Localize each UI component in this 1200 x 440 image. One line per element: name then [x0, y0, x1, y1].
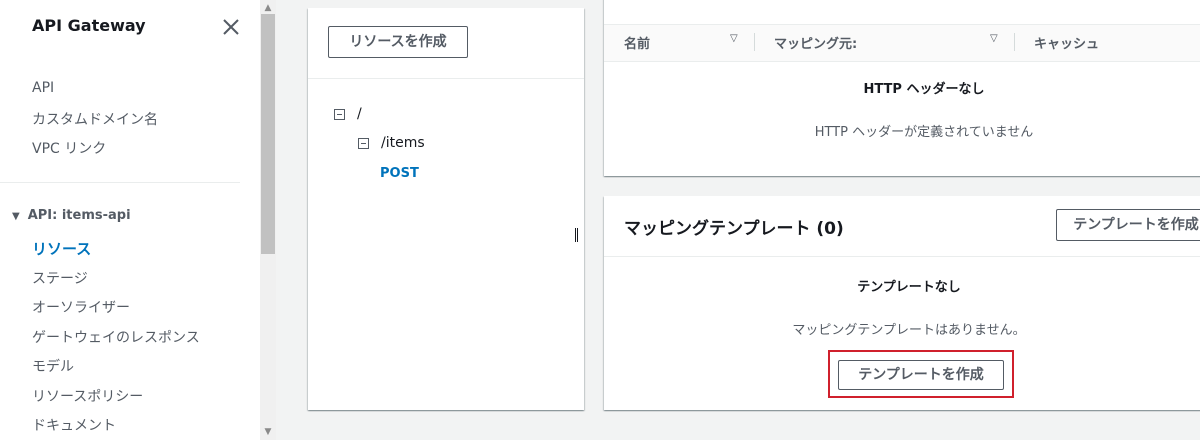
highlight-box	[828, 350, 1014, 398]
sidebar-item-stages[interactable]: ステージ	[32, 268, 88, 288]
mapping-templates-empty-title: テンプレートなし	[857, 280, 961, 295]
http-headers-empty-title: HTTP ヘッダーなし	[863, 82, 985, 97]
sidebar-scrollbar[interactable]: ▲ ▼	[260, 0, 276, 440]
column-header-mapped-from[interactable]: マッピング元:	[774, 33, 857, 52]
sidebar-item-vpc-link[interactable]: VPC リンク	[32, 138, 106, 158]
tree-method-post[interactable]: POST	[380, 166, 419, 181]
scrollbar-thumb[interactable]	[261, 14, 275, 254]
sidebar-title: API Gateway	[32, 16, 146, 35]
sidebar-item-resources[interactable]: リソース	[32, 238, 91, 259]
collapse-icon[interactable]	[358, 137, 369, 149]
sidebar-section-label: API: items-api	[27, 208, 131, 223]
caret-down-icon: ▼	[12, 211, 20, 222]
mapping-templates-empty-text: マッピングテンプレートはありません。	[792, 323, 1026, 338]
http-headers-card: 名前 ▽ マッピング元: ▽ キャッシュ HTTP ヘッダーなし HTTP ヘッ…	[604, 0, 1200, 176]
column-header-name[interactable]: 名前	[624, 33, 650, 52]
tree-node-root[interactable]: /	[334, 106, 362, 122]
table-header-row: 名前 ▽ マッピング元: ▽ キャッシュ	[604, 24, 1200, 62]
close-icon[interactable]	[220, 16, 242, 38]
column-header-caching[interactable]: キャッシュ	[1034, 33, 1099, 52]
sidebar-item-custom-domain[interactable]: カスタムドメイン名	[32, 109, 158, 129]
create-template-header-button[interactable]: テンプレートを作成	[1056, 209, 1200, 241]
scroll-down-arrow-icon[interactable]: ▼	[260, 426, 276, 438]
column-divider	[754, 33, 755, 51]
sidebar-item-documentation[interactable]: ドキュメント	[32, 415, 116, 435]
collapse-icon[interactable]	[334, 108, 345, 120]
sidebar-divider	[0, 182, 240, 183]
panel-resize-handle[interactable]	[575, 228, 578, 242]
tree-node-label: /items	[381, 135, 425, 151]
resource-tree-panel: リソースを作成 / /items POST	[308, 8, 584, 410]
sort-icon[interactable]: ▽	[990, 33, 998, 44]
resource-tree-header: リソースを作成	[308, 8, 584, 79]
http-headers-empty-text: HTTP ヘッダーが定義されていません	[814, 125, 1034, 140]
sidebar-item-models[interactable]: モデル	[32, 356, 74, 376]
scroll-up-arrow-icon[interactable]: ▲	[260, 2, 276, 14]
sidebar-item-authorizers[interactable]: オーソライザー	[32, 297, 130, 317]
sidebar-section-api[interactable]: ▼ API: items-api	[12, 208, 131, 223]
sort-icon[interactable]: ▽	[730, 33, 738, 44]
mapping-templates-title: マッピングテンプレート (0)	[624, 219, 844, 239]
column-divider	[1014, 33, 1015, 51]
tree-node-items[interactable]: /items	[358, 135, 425, 151]
sidebar-item-api[interactable]: API	[32, 80, 54, 96]
tree-node-label: /	[357, 106, 362, 122]
sidebar-item-resource-policy[interactable]: リソースポリシー	[32, 386, 143, 406]
sidebar: API Gateway API カスタムドメイン名 VPC リンク ▼ API: …	[0, 0, 260, 440]
mapping-templates-header: マッピングテンプレート (0) テンプレートを作成	[604, 196, 1200, 257]
create-resource-button[interactable]: リソースを作成	[328, 26, 468, 58]
sidebar-item-gateway-responses[interactable]: ゲートウェイのレスポンス	[32, 327, 200, 347]
